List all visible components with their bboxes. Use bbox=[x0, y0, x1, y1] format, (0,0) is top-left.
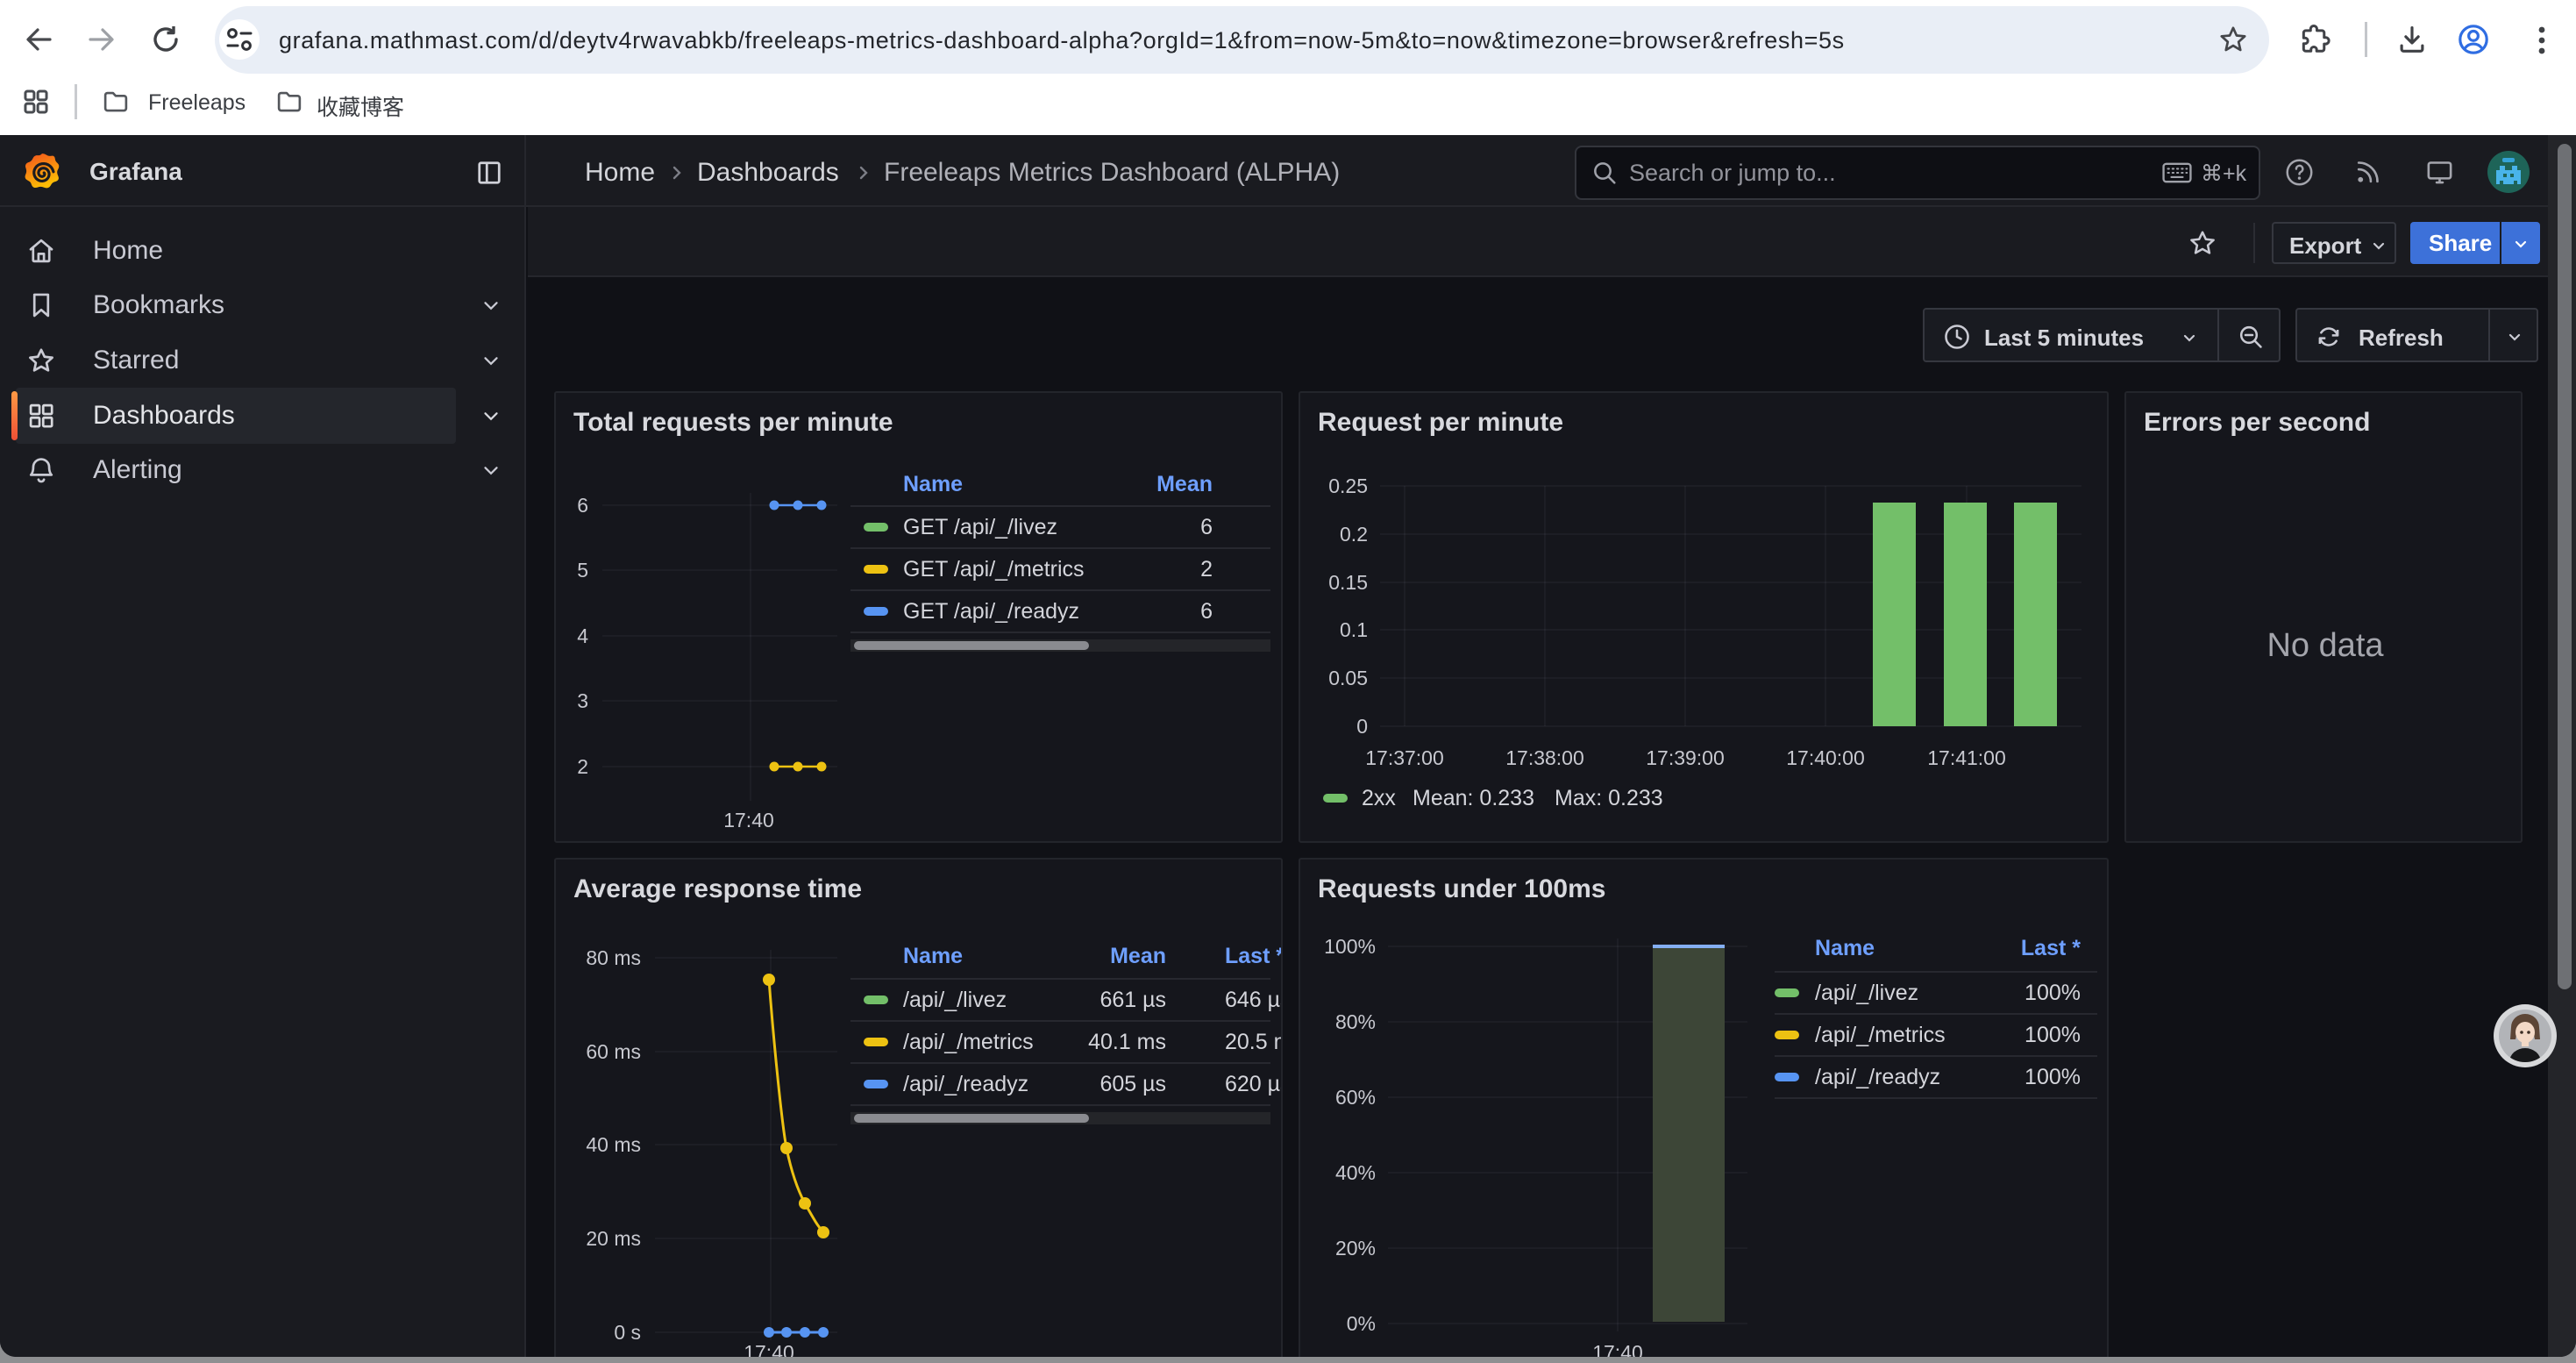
svg-text:60 ms: 60 ms bbox=[586, 1040, 641, 1063]
svg-text:Name: Name bbox=[903, 944, 963, 968]
svg-text:Last *: Last * bbox=[1225, 944, 1281, 968]
svg-text:GET /api/_/readyz: GET /api/_/readyz bbox=[903, 599, 1079, 624]
svg-text:17:40: 17:40 bbox=[723, 809, 774, 831]
svg-text:/api/_/readyz: /api/_/readyz bbox=[903, 1072, 1028, 1096]
svg-text:Name: Name bbox=[1815, 936, 1875, 960]
svg-text:GET /api/_/metrics: GET /api/_/metrics bbox=[903, 557, 1085, 582]
svg-text:17:39:00: 17:39:00 bbox=[1646, 746, 1725, 769]
svg-text:100%: 100% bbox=[1324, 935, 1376, 958]
svg-text:17:40: 17:40 bbox=[744, 1341, 794, 1357]
svg-text:2: 2 bbox=[577, 755, 588, 778]
svg-text:5: 5 bbox=[577, 559, 588, 582]
svg-text:/api/_/livez: /api/_/livez bbox=[1815, 981, 1918, 1005]
svg-text:40.1 ms: 40.1 ms bbox=[1088, 1030, 1166, 1054]
svg-text:Name: Name bbox=[903, 472, 963, 496]
svg-text:3: 3 bbox=[577, 689, 588, 712]
svg-text:2xx: 2xx bbox=[1362, 786, 1396, 810]
svg-text:100%: 100% bbox=[2025, 1023, 2081, 1047]
svg-text:20 ms: 20 ms bbox=[586, 1227, 641, 1250]
svg-text:0.25: 0.25 bbox=[1328, 475, 1368, 497]
svg-text:0: 0 bbox=[1356, 715, 1368, 738]
svg-text:80 ms: 80 ms bbox=[586, 946, 641, 969]
svg-text:Mean: Mean bbox=[1110, 944, 1166, 968]
svg-text:0 s: 0 s bbox=[614, 1321, 641, 1344]
svg-text:100%: 100% bbox=[2025, 1065, 2081, 1089]
svg-text:100%: 100% bbox=[2025, 981, 2081, 1005]
svg-text:17:37:00: 17:37:00 bbox=[1365, 746, 1444, 769]
svg-text:20.5 ms: 20.5 ms bbox=[1225, 1030, 1281, 1054]
svg-text:17:40:00: 17:40:00 bbox=[1786, 746, 1865, 769]
svg-text:GET /api/_/livez: GET /api/_/livez bbox=[903, 515, 1057, 539]
svg-text:661 µs: 661 µs bbox=[1099, 988, 1166, 1012]
svg-text:40 ms: 40 ms bbox=[586, 1133, 641, 1156]
svg-text:60%: 60% bbox=[1335, 1086, 1376, 1109]
svg-text:Last *: Last * bbox=[2021, 936, 2081, 960]
svg-text:40%: 40% bbox=[1335, 1161, 1376, 1184]
svg-text:Max: 0.233: Max: 0.233 bbox=[1555, 786, 1663, 810]
svg-text:646 µs: 646 µs bbox=[1225, 988, 1281, 1012]
svg-text:/api/_/metrics: /api/_/metrics bbox=[1815, 1023, 1946, 1047]
svg-text:2: 2 bbox=[1200, 557, 1213, 582]
svg-text:20%: 20% bbox=[1335, 1237, 1376, 1260]
svg-text:/api/_/readyz: /api/_/readyz bbox=[1815, 1065, 1940, 1089]
svg-text:17:41:00: 17:41:00 bbox=[1927, 746, 2006, 769]
svg-text:0.2: 0.2 bbox=[1340, 523, 1368, 546]
svg-text:6: 6 bbox=[1200, 599, 1213, 624]
svg-text:6: 6 bbox=[577, 494, 588, 517]
svg-text:17:40: 17:40 bbox=[1592, 1341, 1643, 1357]
svg-text:6: 6 bbox=[1200, 515, 1213, 539]
svg-text:17:38:00: 17:38:00 bbox=[1505, 746, 1584, 769]
svg-text:0%: 0% bbox=[1347, 1312, 1376, 1335]
svg-text:4: 4 bbox=[577, 624, 588, 647]
svg-text:/api/_/livez: /api/_/livez bbox=[903, 988, 1007, 1012]
svg-text:0.1: 0.1 bbox=[1340, 618, 1368, 641]
svg-text:Mean: 0.233: Mean: 0.233 bbox=[1413, 786, 1534, 810]
svg-text:605 µs: 605 µs bbox=[1099, 1072, 1166, 1096]
svg-text:0.15: 0.15 bbox=[1328, 571, 1368, 594]
svg-text:Mean: Mean bbox=[1156, 472, 1213, 496]
svg-text:/api/_/metrics: /api/_/metrics bbox=[903, 1030, 1034, 1054]
svg-text:0.05: 0.05 bbox=[1328, 667, 1368, 689]
svg-text:620 µs: 620 µs bbox=[1225, 1072, 1281, 1096]
svg-text:80%: 80% bbox=[1335, 1010, 1376, 1033]
